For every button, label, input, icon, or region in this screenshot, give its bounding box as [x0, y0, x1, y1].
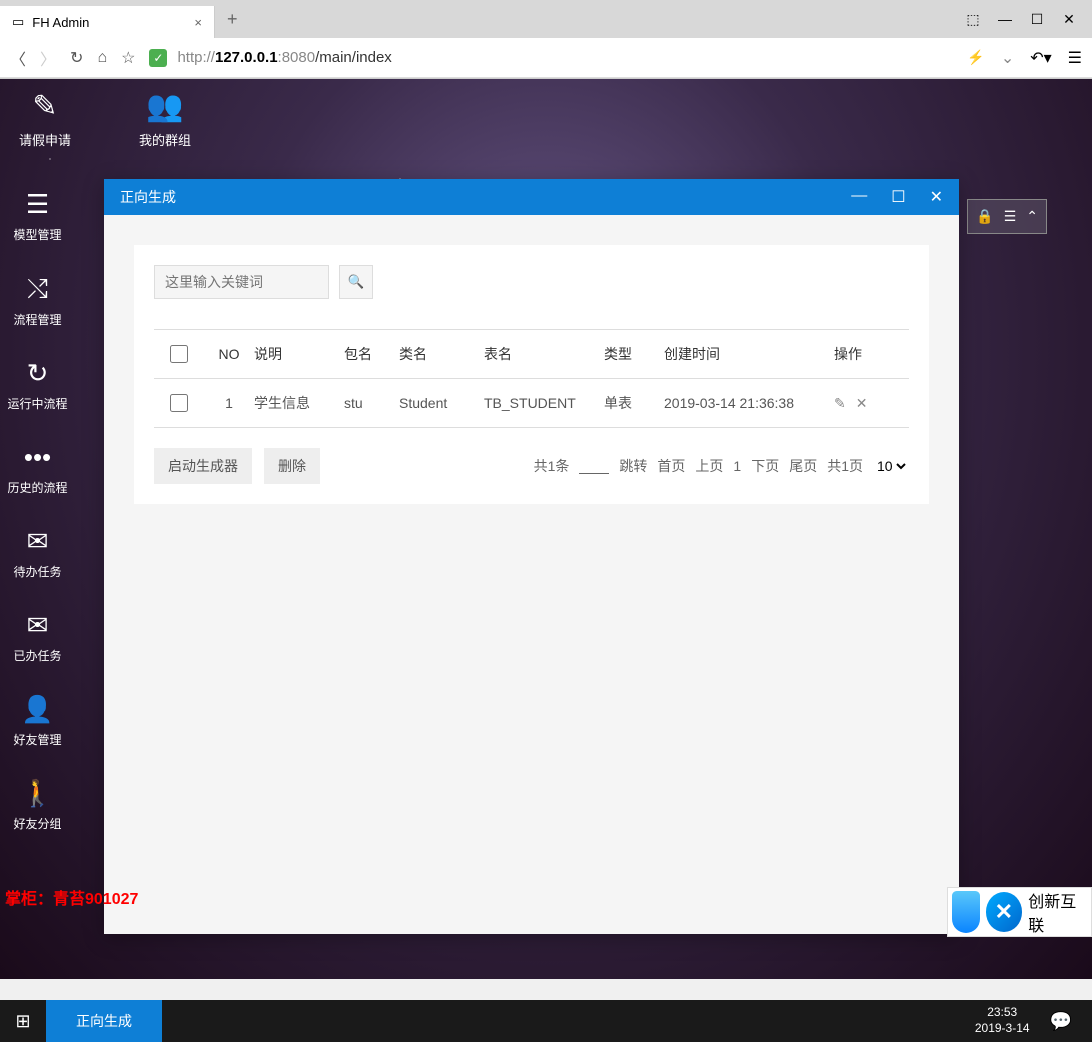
group-icon: 👥	[146, 89, 183, 124]
modal-window: 正向生成 — ☐ ✕ 🔍 NO 说明 包名 类名	[104, 179, 959, 934]
chevron-down-icon[interactable]: ⌄	[1001, 48, 1014, 68]
page-jump-input[interactable]	[579, 458, 609, 474]
tab-title: FH Admin	[32, 15, 89, 30]
my-groups-icon[interactable]: 👥 我的群组	[130, 89, 200, 149]
brand-logo[interactable]: ✕ 创新互联	[947, 887, 1092, 937]
browser-nav-bar: 〈 〉 ↻ ⌂ ☆ ✓ http://127.0.0.1:8080/main/i…	[0, 38, 1092, 78]
modal-title: 正向生成	[120, 187, 851, 207]
tab-favicon: ▭	[12, 14, 24, 30]
undo-icon[interactable]: ↶▾	[1030, 48, 1051, 68]
maximize-icon[interactable]: ☐	[1028, 11, 1046, 28]
jump-link[interactable]: 跳转	[619, 456, 647, 476]
select-all-checkbox[interactable]	[170, 345, 188, 363]
sidebar: ☰模型管理 ⤭流程管理 ↻运行中流程 •••历史的流程 ✉待办任务 ✉已办任务 …	[0, 179, 75, 842]
modal-maximize-icon[interactable]: ☐	[891, 187, 905, 207]
menu-icon[interactable]: ☰	[1068, 48, 1082, 68]
row-checkbox[interactable]	[170, 394, 188, 412]
address-bar[interactable]: ✓ http://127.0.0.1:8080/main/index	[149, 49, 953, 67]
taskbar: ⊞ 正向生成 23:53 2019-3-14 💬	[0, 1000, 1092, 1042]
leave-request-icon[interactable]: ✎ 请假申请	[10, 89, 80, 149]
shield-icon: ✓	[149, 49, 167, 67]
back-button[interactable]: 〈	[10, 46, 26, 70]
search-icon: 🔍	[348, 274, 365, 289]
browser-tab-bar: ▭ FH Admin × + ⬚ — ☐ ✕	[0, 0, 1092, 38]
delete-row-icon[interactable]: ✕	[856, 395, 868, 412]
new-tab-button[interactable]: +	[215, 9, 250, 30]
list-icon[interactable]: ☰	[1004, 208, 1017, 225]
start-generator-button[interactable]: 启动生成器	[154, 448, 252, 484]
chevron-up-icon[interactable]: ⌃	[1026, 208, 1038, 225]
delete-button[interactable]: 删除	[264, 448, 320, 484]
modal-minimize-icon[interactable]: —	[851, 187, 867, 207]
sidebar-item-process[interactable]: ⤭流程管理	[0, 273, 75, 328]
pagination: 共1条 跳转 首页 上页 1 下页 尾页 共1页 10	[534, 456, 909, 476]
prev-page-link[interactable]: 上页	[695, 456, 723, 476]
refresh-button[interactable]: ↻	[70, 48, 83, 68]
avatar-icon	[952, 891, 980, 933]
chat-tray-icon[interactable]: 💬	[1050, 1011, 1072, 1032]
next-page-link[interactable]: 下页	[751, 456, 779, 476]
modal-close-icon[interactable]: ✕	[930, 187, 943, 207]
table-row: 1 学生信息 stu Student TB_STUDENT 单表 2019-03…	[154, 379, 909, 428]
logo-icon: ✕	[986, 892, 1023, 932]
panel-controls: 🔒 ☰ ⌃	[967, 199, 1047, 234]
sidebar-item-done[interactable]: ✉已办任务	[0, 610, 75, 664]
search-button[interactable]: 🔍	[339, 265, 373, 299]
sidebar-item-friend-groups[interactable]: 🚶好友分组	[0, 778, 75, 832]
sidebar-item-todo[interactable]: ✉待办任务	[0, 526, 75, 580]
edit-row-icon[interactable]: ✎	[834, 395, 846, 412]
lock-icon[interactable]: 🔒	[976, 208, 993, 225]
close-window-icon[interactable]: ✕	[1060, 11, 1078, 28]
sidebar-item-running[interactable]: ↻运行中流程	[0, 358, 75, 412]
pagesize-select[interactable]: 10	[873, 457, 909, 475]
taskbar-clock[interactable]: 23:53 2019-3-14	[975, 1005, 1030, 1036]
favorite-button[interactable]: ☆	[121, 48, 135, 68]
last-page-link[interactable]: 尾页	[789, 456, 817, 476]
sidebar-item-history[interactable]: •••历史的流程	[0, 442, 75, 496]
pin-icon[interactable]: ⬚	[964, 11, 982, 28]
first-page-link[interactable]: 首页	[657, 456, 685, 476]
edit-icon: ✎	[32, 89, 57, 124]
watermark-text: 掌柜：青苔901027	[5, 885, 138, 909]
sidebar-item-model[interactable]: ☰模型管理	[0, 189, 75, 243]
modal-titlebar: 正向生成 — ☐ ✕	[104, 179, 959, 215]
sidebar-item-friends[interactable]: 👤好友管理	[0, 694, 75, 748]
home-button[interactable]: ⌂	[97, 49, 107, 67]
taskbar-item-active[interactable]: 正向生成	[46, 1000, 162, 1042]
browser-tab[interactable]: ▭ FH Admin ×	[0, 6, 215, 38]
minimize-icon[interactable]: —	[996, 11, 1014, 28]
start-button[interactable]: ⊞	[0, 1000, 46, 1042]
table-header-row: NO 说明 包名 类名 表名 类型 创建时间 操作	[154, 329, 909, 379]
search-input[interactable]	[154, 265, 329, 299]
forward-button[interactable]: 〉	[40, 46, 56, 70]
logo-text: 创新互联	[1028, 888, 1087, 936]
close-tab-icon[interactable]: ×	[194, 15, 202, 30]
bolt-icon[interactable]: ⚡	[967, 49, 984, 66]
data-table: NO 说明 包名 类名 表名 类型 创建时间 操作 1 学生信息 stu	[154, 329, 909, 428]
